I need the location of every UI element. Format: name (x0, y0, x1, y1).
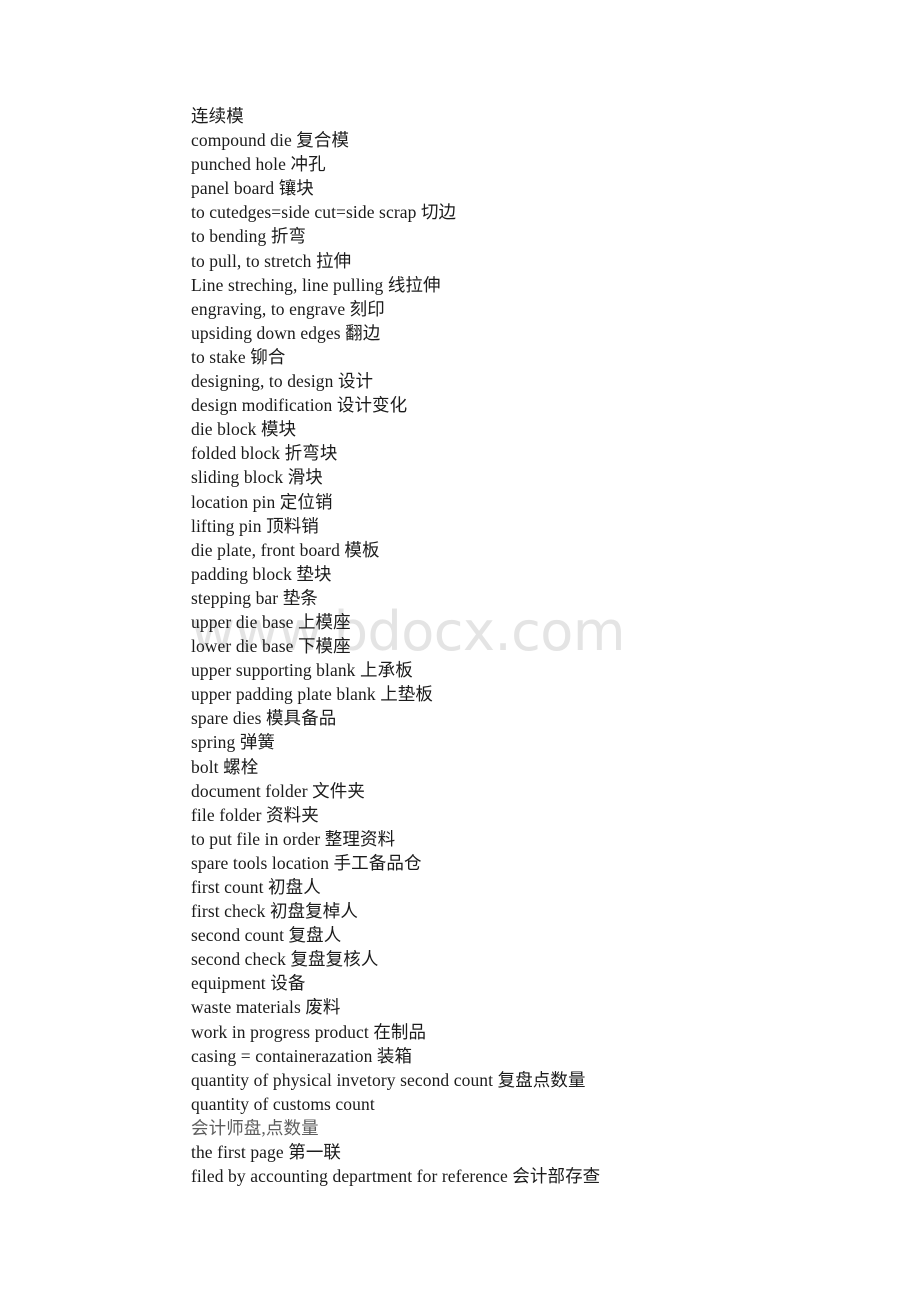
glossary-line: spare tools location 手工备品仓 (191, 852, 422, 873)
glossary-line: stepping bar 垫条 (191, 587, 318, 608)
glossary-line: waste materials 废料 (191, 997, 341, 1018)
glossary-line: upper die base 上模座 (191, 611, 351, 632)
glossary-line: sliding block 滑块 (191, 467, 323, 488)
glossary-line: to bending 折弯 (191, 226, 307, 247)
glossary-line: second check 复盘复核人 (191, 949, 379, 970)
glossary-line: upper padding plate blank 上垫板 (191, 684, 434, 705)
glossary-line: die block 模块 (191, 419, 297, 440)
glossary-line: bolt 螺栓 (191, 756, 259, 777)
glossary-line: first check 初盘复棹人 (191, 901, 358, 922)
glossary-line: 会计师盘,点数量 (191, 1117, 319, 1138)
glossary-line: spring 弹簧 (191, 732, 276, 753)
glossary-line: Line streching, line pulling 线拉伸 (191, 274, 441, 295)
glossary-line: first count 初盘人 (191, 877, 321, 897)
glossary-line: panel board 镶块 (191, 178, 314, 199)
glossary-line: to stake 铆合 (191, 346, 286, 367)
glossary-line: quantity of physical invetory second cou… (191, 1069, 586, 1090)
document-page: www.bdocx.com 连续模 compound die 复合模 punched… (0, 0, 920, 1302)
glossary-line: punched hole 冲孔 (191, 154, 326, 175)
glossary-line: quantity of customs count (191, 1093, 375, 1114)
glossary-line: die plate, front board 模板 (191, 539, 380, 560)
glossary-line: casing = containerazation 装箱 (191, 1045, 413, 1066)
glossary-text-block: 连续模 compound die 复合模 punched hole 冲孔 panel … (191, 104, 851, 1188)
glossary-line: lower die base 下模座 (191, 636, 351, 657)
glossary-line: second count 复盘人 (191, 925, 342, 946)
glossary-line: upper supporting blank 上承板 (191, 660, 413, 681)
glossary-line: 连续模 (191, 106, 244, 126)
glossary-line: to put file in order 整理资料 (191, 828, 396, 849)
glossary-line: upsiding down edges 翻边 (191, 322, 381, 343)
glossary-line: spare dies 模具备品 (191, 708, 337, 729)
glossary-line: to cutedges=side cut=side scrap 切边 (191, 202, 457, 223)
glossary-line: design modification 设计变化 (191, 395, 408, 416)
glossary-line: equipment 设备 (191, 973, 306, 994)
glossary-line: compound die 复合模 (191, 130, 350, 151)
glossary-line: to pull, to stretch 拉伸 (191, 250, 352, 271)
glossary-line: the first page 第一联 (191, 1142, 342, 1163)
glossary-line: location pin 定位销 (191, 491, 333, 512)
glossary-line: folded block 折弯块 (191, 443, 338, 464)
glossary-line: engraving, to engrave 刻印 (191, 298, 385, 319)
glossary-line: lifting pin 顶料销 (191, 515, 319, 536)
glossary-line: document folder 文件夹 (191, 780, 365, 801)
glossary-line: file folder 资料夹 (191, 804, 319, 825)
glossary-line: padding block 垫块 (191, 563, 332, 584)
glossary-line: work in progress product 在制品 (191, 1021, 427, 1042)
glossary-line: designing, to design 设计 (191, 371, 374, 392)
glossary-line: filed by accounting department for refer… (191, 1166, 601, 1187)
